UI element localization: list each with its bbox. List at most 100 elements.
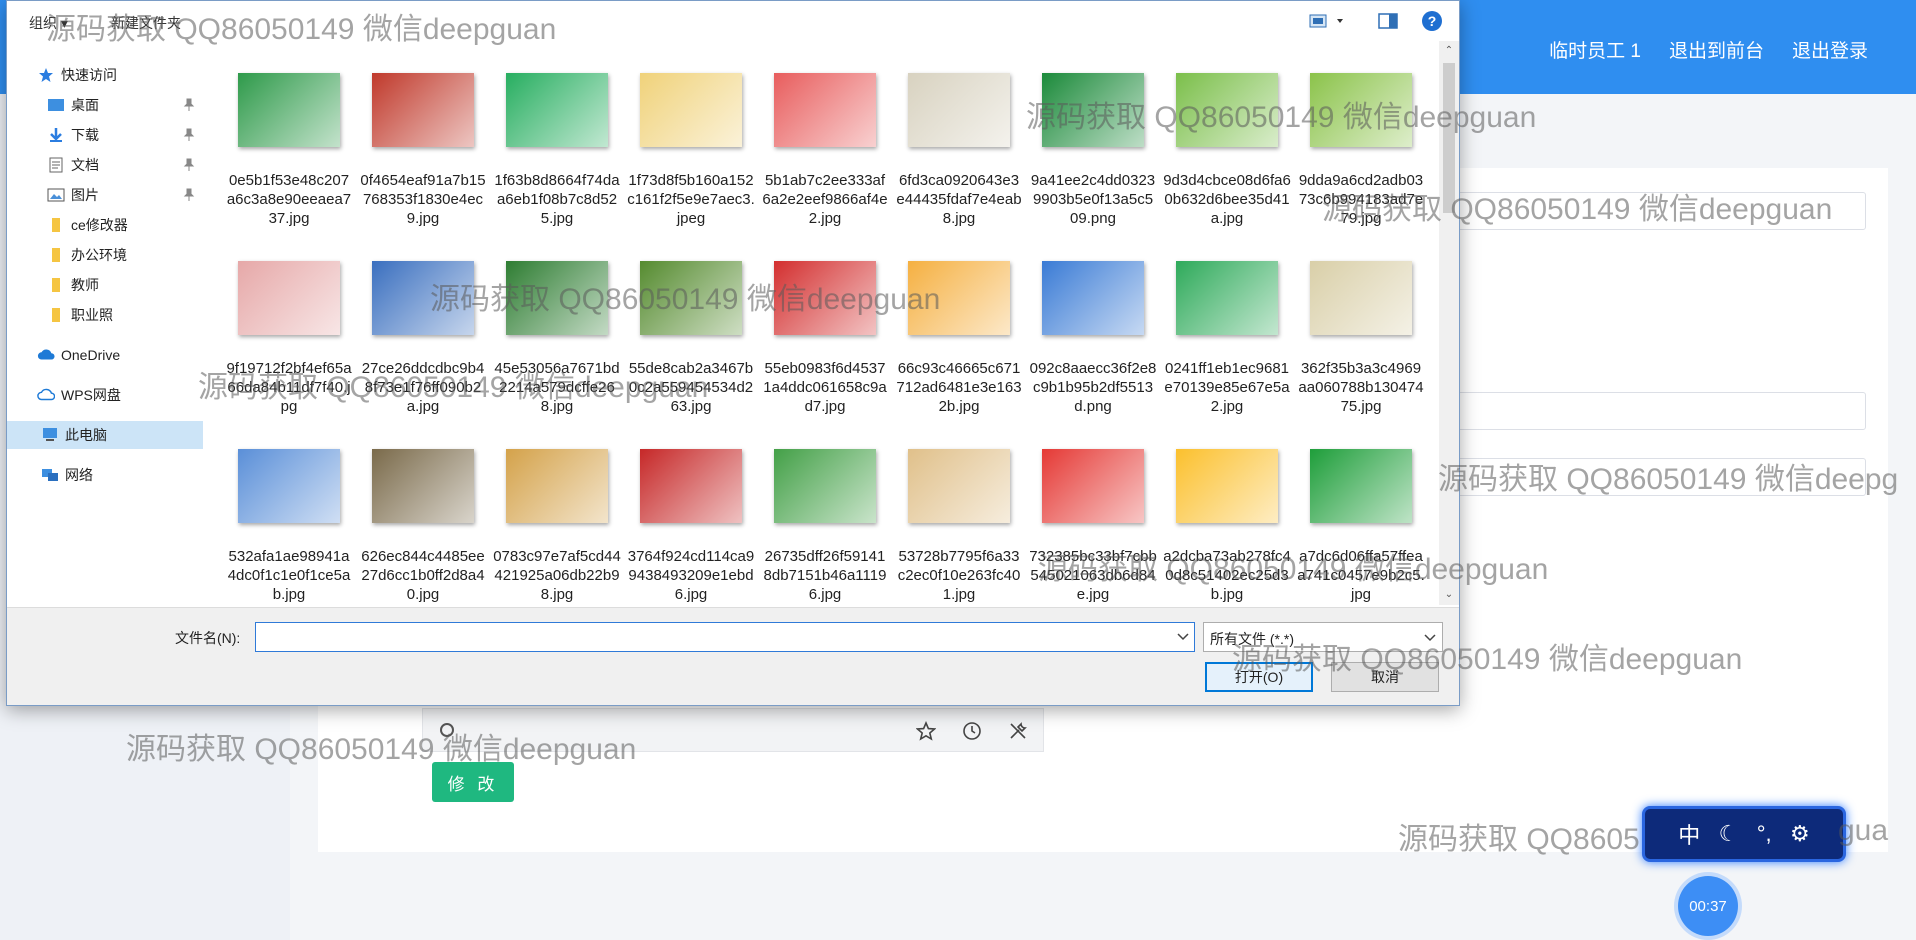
file-thumbnail [368,431,478,541]
tools-icon[interactable] [1005,718,1031,744]
file-item[interactable]: 9a41ee2c4dd03239903b5e0f13a5c509.png [1029,55,1157,228]
file-item[interactable]: 9d3d4cbce08d6fa60b632d6bee35d41a.jpg [1163,55,1291,228]
star-icon[interactable] [913,718,939,744]
file-item[interactable]: 362f35b3a3c4969aa060788b13047475.jpg [1297,243,1425,416]
form-input[interactable] [1440,458,1866,496]
nav-onedrive[interactable]: OneDrive [7,341,203,369]
file-list-scrollbar[interactable]: ⌃ ⌄ [1439,41,1459,605]
file-item[interactable]: 9dda9a6cd2adb0373c6b994183ad7e79.jpg [1297,55,1425,228]
gear-icon[interactable]: ⚙ [1790,821,1810,847]
nav-documents[interactable]: 文档 [7,151,203,179]
search-icon[interactable] [435,718,461,744]
scroll-down-arrow[interactable]: ⌄ [1443,589,1455,601]
file-list: 0e5b1f53e48c207a6c3a8e90eeaea737.jpg 0f46… [225,45,1437,605]
cancel-button[interactable]: 取消 [1331,662,1439,692]
thumbnail-image [1042,73,1144,147]
nav-this-pc[interactable]: 此电脑 [7,421,203,449]
help-icon[interactable]: ? [1421,11,1443,31]
form-input[interactable] [1440,192,1866,230]
file-item[interactable]: 45e53056a7671bd2214a579dcffe268.jpg [493,243,621,416]
nav-label: 桌面 [71,97,99,113]
chevron-down-icon[interactable] [1173,624,1193,650]
header-nav: 临时员工 1 退出到前台 退出登录 [1549,36,1868,63]
file-type-filter[interactable]: 所有文件 (*.*) [1203,622,1443,652]
picture-icon [47,187,65,203]
pin-icon[interactable] [183,188,195,202]
preview-pane-icon[interactable] [1377,11,1399,31]
file-item[interactable]: 6fd3ca0920643e3e44435fdaf7e4eab8.jpg [895,55,1023,228]
file-thumbnail [1306,55,1416,165]
nav-label: 办公环境 [71,247,127,263]
file-item[interactable]: 1f63b8d8664f74daa6eb1f08b7c8d525.jpg [493,55,621,228]
punctuation-icon[interactable]: °, [1757,821,1772,847]
recording-timer[interactable]: 00:37 [1678,876,1738,936]
nav-folder-teacher[interactable]: 教师 [7,271,203,299]
nav-downloads[interactable]: 下载 [7,121,203,149]
file-item[interactable]: 53728b7795f6a33c2ec0f10e263fc401.jpg [895,431,1023,604]
document-icon [47,157,65,173]
file-item[interactable]: 532afa1ae98941a4dc0f1c1e0f1ce5ab.jpg [225,431,353,604]
thumbnail-image [1042,261,1144,335]
thumbnail-image [238,261,340,335]
ime-language-toggle[interactable]: 中 [1678,818,1700,850]
view-options-icon[interactable] [1309,11,1345,31]
nav-quick-access[interactable]: 快速访问 [7,61,203,89]
file-item[interactable]: 9f19712f2bf4ef65a66da84b11df7f40.jpg [225,243,353,416]
file-name: 092c8aaecc36f2e8c9b1b95b2df5513d.png [1029,360,1157,415]
thumbnail-image [774,261,876,335]
new-folder-button[interactable]: 新建文件夹 [111,13,181,33]
open-button[interactable]: 打开(O) [1205,662,1313,692]
file-thumbnail [1172,243,1282,353]
user-name-link[interactable]: 临时员工 1 [1549,36,1641,63]
file-item[interactable]: 27ce26ddcdbc9b48f73e1f76ff090b2a.jpg [359,243,487,416]
file-item[interactable]: 732385bc33bf7cbb54502106​3db6d84e.jpg [1029,431,1157,604]
filename-input[interactable] [255,622,1195,652]
file-item[interactable]: 3764f924cd114ca99438493209e1ebd6.jpg [627,431,755,604]
pin-icon[interactable] [183,98,195,112]
nav-folder-ce[interactable]: ce修改器 [7,211,203,239]
file-thumbnail [234,431,344,541]
file-item[interactable]: 0f4654eaf91a7b15768353f1830e4ec9.jpg [359,55,487,228]
nav-pictures[interactable]: 图片 [7,181,203,209]
thumbnail-image [506,261,608,335]
moon-icon[interactable]: ☾ [1719,821,1739,847]
nav-label: 快速访问 [61,67,117,83]
file-item[interactable]: 66c93c46665c671712ad6481e3e1632b.jpg [895,243,1023,416]
back-to-front-link[interactable]: 退出到前台 [1669,36,1764,63]
thumbnail-image [1176,73,1278,147]
file-item[interactable]: a7dc6d06ffa57ffeaa741c0457e9b2c5.jpg [1297,431,1425,604]
nav-desktop[interactable]: 桌面 [7,91,203,119]
form-input[interactable] [1440,392,1866,430]
file-name: 55de8cab2a3467b0c2a559454534d263.jpg [628,360,754,415]
modify-button[interactable]: 修 改 [432,762,514,802]
file-item[interactable]: 0783c97e7af5cd44421925a06db22b98.jpg [493,431,621,604]
file-item[interactable]: 626ec844c4485ee27d6cc1b0ff2d8a40.jpg [359,431,487,604]
file-item[interactable]: 5b1ab7c2ee333af6a2e2eef9866af4e2.jpg [761,55,889,228]
scroll-up-arrow[interactable]: ⌃ [1443,45,1455,57]
pin-icon[interactable] [183,158,195,172]
organize-menu[interactable]: 组织 ▾ [29,13,68,33]
file-item[interactable]: 0241ff1eb1ec9681e70139e85e67e5a2.jpg [1163,243,1291,416]
nav-wps[interactable]: WPS网盘 [7,381,203,409]
star-icon [37,67,55,83]
file-item[interactable]: 55eb0983f6d45371a4ddc061658c9ad7.jpg [761,243,889,416]
file-item[interactable]: 0e5b1f53e48c207a6c3a8e90eeaea737.jpg [225,55,353,228]
file-name: 732385bc33bf7cbb54502106​3db6d84e.jpg [1029,548,1157,603]
file-item[interactable]: a2dcba73ab278fc40d8c51402ec25d3b.jpg [1163,431,1291,604]
thumbnail-image [1310,73,1412,147]
file-item[interactable]: 55de8cab2a3467b0c2a559454534d263.jpg [627,243,755,416]
pin-icon[interactable] [183,128,195,142]
file-item[interactable]: 1f73d8f5b160a152c161f2f5e9e7aec3.jpeg [627,55,755,228]
thumbnail-image [640,261,742,335]
thumbnail-image [908,73,1010,147]
nav-folder-license[interactable]: 职业照 [7,301,203,329]
nav-network[interactable]: 网络 [7,461,203,489]
file-thumbnail [1038,431,1148,541]
logout-link[interactable]: 退出登录 [1792,36,1868,63]
scrollbar-thumb[interactable] [1443,63,1455,213]
history-icon[interactable] [959,718,985,744]
nav-folder-office[interactable]: 办公环境 [7,241,203,269]
file-item[interactable]: 26735dff26f591418db7151b46a11196.jpg [761,431,889,604]
file-open-dialog: 组织 ▾ 新建文件夹 ? 快速访问 桌面 下载 文档 图片 ce修改器 办公环境… [6,0,1460,706]
file-item[interactable]: 092c8aaecc36f2e8c9b1b95b2df5513d.png [1029,243,1157,416]
